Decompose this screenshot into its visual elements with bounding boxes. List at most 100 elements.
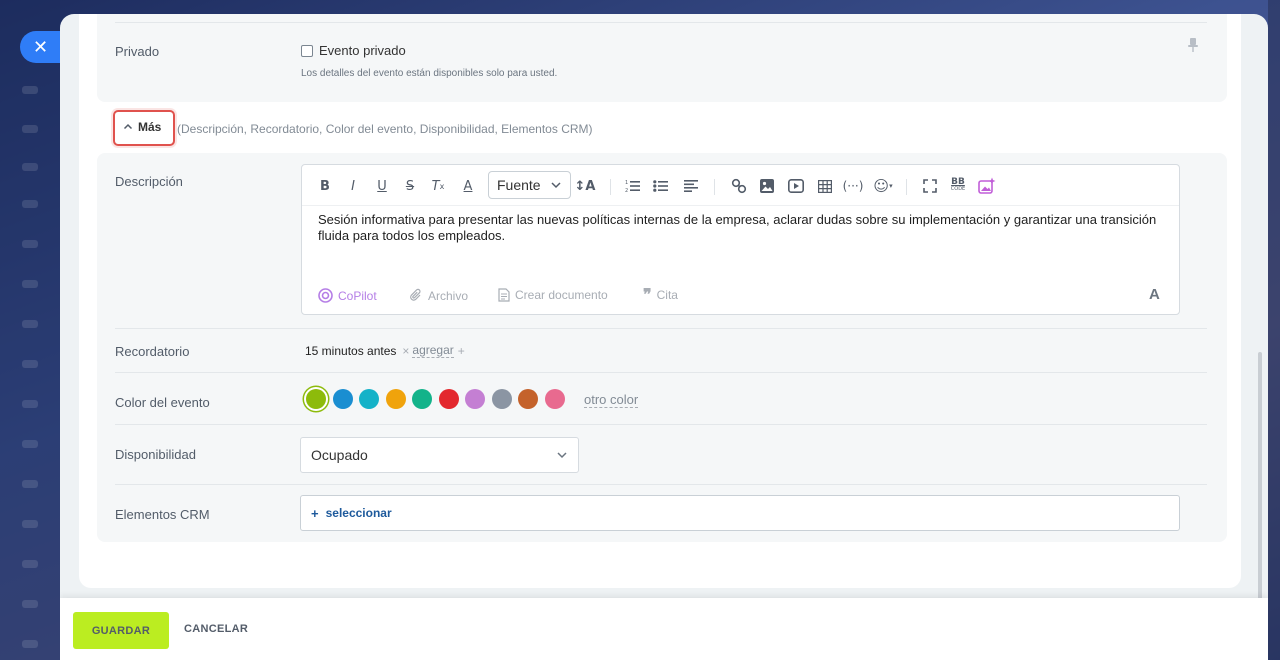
event-color-swatch[interactable]	[491, 389, 512, 409]
event-color-swatch[interactable]	[518, 389, 538, 409]
more-toggle-label[interactable]: Más	[138, 120, 161, 134]
sidebar-item[interactable]	[22, 480, 38, 488]
close-slider-button[interactable]: ✕	[20, 31, 62, 63]
event-color-swatch[interactable]	[465, 389, 485, 409]
more-summary[interactable]: (Descripción, Recordatorio, Color del ev…	[177, 122, 593, 136]
save-button[interactable]: GUARDAR	[73, 612, 169, 649]
code-icon[interactable]: (···)	[842, 175, 864, 197]
availability-value: Ocupado	[311, 447, 368, 463]
font-size-icon[interactable]: ↕A	[574, 175, 596, 197]
reminder-label: Recordatorio	[115, 344, 190, 359]
fullscreen-icon[interactable]	[919, 175, 941, 197]
sidebar-item[interactable]	[22, 280, 38, 288]
event-color-swatch[interactable]	[412, 389, 432, 409]
event-color-swatch[interactable]	[359, 389, 379, 409]
sidebar-item[interactable]	[22, 320, 38, 328]
cancel-button[interactable]: CANCELAR	[184, 623, 248, 635]
link-icon[interactable]	[728, 175, 750, 197]
form-footer: GUARDAR CANCELAR	[60, 598, 1268, 660]
sidebar-item[interactable]	[22, 240, 38, 248]
crm-select-link[interactable]: seleccionar	[326, 506, 392, 520]
copilot-button[interactable]: CoPilot	[318, 288, 377, 303]
attach-file-label: Archivo	[428, 288, 469, 303]
remove-reminder-icon[interactable]: ×	[402, 344, 409, 358]
close-icon: ✕	[33, 36, 49, 58]
private-hint: Los detalles del evento están disponible…	[301, 68, 558, 79]
sidebar-item[interactable]	[22, 560, 38, 568]
text-format-toggle[interactable]: A	[1149, 286, 1160, 303]
chevron-up-icon	[123, 123, 133, 130]
chevron-down-icon	[557, 452, 567, 459]
divider	[115, 424, 1207, 425]
numbered-list-icon[interactable]: 12	[622, 175, 644, 197]
underline-icon[interactable]: U	[371, 175, 393, 197]
sidebar-item[interactable]	[22, 360, 38, 368]
crm-select-field[interactable]: + seleccionar	[300, 495, 1180, 531]
other-color-link[interactable]: otro color	[584, 392, 639, 408]
right-edge	[1268, 0, 1280, 660]
document-icon	[498, 288, 510, 302]
add-reminder-link[interactable]: agregar	[412, 343, 454, 358]
quote-button[interactable]: ❞ Cita	[643, 285, 678, 304]
private-checkbox-row[interactable]: Evento privado	[301, 43, 406, 58]
divider	[115, 22, 1207, 23]
create-document-button[interactable]: Crear documento	[498, 288, 608, 302]
copilot-label: CoPilot	[338, 288, 377, 303]
plus-icon[interactable]: +	[458, 344, 465, 358]
event-color-label: Color del evento	[115, 395, 210, 410]
sidebar-item[interactable]	[22, 163, 38, 171]
event-slider: Privado Evento privado Los detalles del …	[60, 14, 1268, 660]
private-checkbox-label[interactable]: Evento privado	[319, 43, 406, 58]
svg-text:1: 1	[625, 180, 628, 186]
toolbar-divider	[302, 205, 1179, 206]
quote-icon: ❞	[643, 285, 652, 304]
align-icon[interactable]	[680, 175, 702, 197]
scrollbar[interactable]	[1258, 352, 1262, 602]
ai-image-icon[interactable]	[976, 175, 998, 197]
sidebar-item[interactable]	[22, 400, 38, 408]
bullet-list-icon[interactable]	[650, 175, 672, 197]
sidebar-item[interactable]	[22, 520, 38, 528]
clear-format-icon[interactable]: Tx	[427, 175, 449, 197]
sidebar-item[interactable]	[22, 600, 38, 608]
italic-icon[interactable]: I	[342, 175, 364, 197]
event-color-swatch[interactable]	[438, 389, 459, 409]
description-text[interactable]: Sesión informativa para presentar las nu…	[318, 212, 1158, 244]
video-icon[interactable]	[785, 175, 807, 197]
availability-select[interactable]: Ocupado	[300, 437, 579, 473]
plus-icon: +	[311, 505, 319, 521]
event-color-swatch[interactable]	[385, 389, 406, 409]
description-label: Descripción	[115, 174, 183, 189]
sidebar-item[interactable]	[22, 125, 38, 133]
toolbar-separator	[610, 179, 611, 195]
pin-icon[interactable]	[1186, 37, 1200, 53]
sidebar-item[interactable]	[22, 440, 38, 448]
image-icon[interactable]	[756, 175, 778, 197]
paperclip-icon	[410, 288, 421, 301]
quote-label: Cita	[656, 288, 678, 302]
reminder-value: 15 minutos antes	[305, 343, 397, 358]
event-color-swatch[interactable]	[544, 389, 565, 409]
sidebar-item[interactable]	[22, 200, 38, 208]
emoji-icon[interactable]: ☺ ▾	[872, 175, 894, 197]
table-icon[interactable]	[814, 175, 836, 197]
toolbar-separator	[714, 179, 715, 195]
font-select[interactable]: Fuente	[488, 171, 571, 199]
more-toggle[interactable]: Más	[123, 120, 161, 134]
event-color-swatch[interactable]	[306, 389, 326, 409]
toolbar-separator	[906, 179, 907, 195]
strikethrough-icon[interactable]: S	[399, 175, 421, 197]
divider	[115, 484, 1207, 485]
sidebar-item[interactable]	[22, 640, 38, 648]
event-color-swatch[interactable]	[332, 389, 353, 409]
attach-file-button[interactable]: Archivo	[409, 288, 468, 303]
sidebar-item[interactable]	[22, 86, 38, 94]
left-sidebar	[0, 0, 60, 660]
bold-icon[interactable]: B	[314, 175, 336, 197]
private-label: Privado	[115, 44, 160, 59]
private-checkbox[interactable]	[301, 44, 313, 57]
bbcode-icon[interactable]: BB CODE	[947, 175, 969, 197]
reminder-row: 15 minutos antes × agregar +	[305, 343, 465, 358]
text-color-icon[interactable]: A	[457, 175, 479, 197]
description-editor: B I U S Tx A Fuente ↕A 12 (···) ☺ ▾ BB C…	[301, 164, 1180, 315]
